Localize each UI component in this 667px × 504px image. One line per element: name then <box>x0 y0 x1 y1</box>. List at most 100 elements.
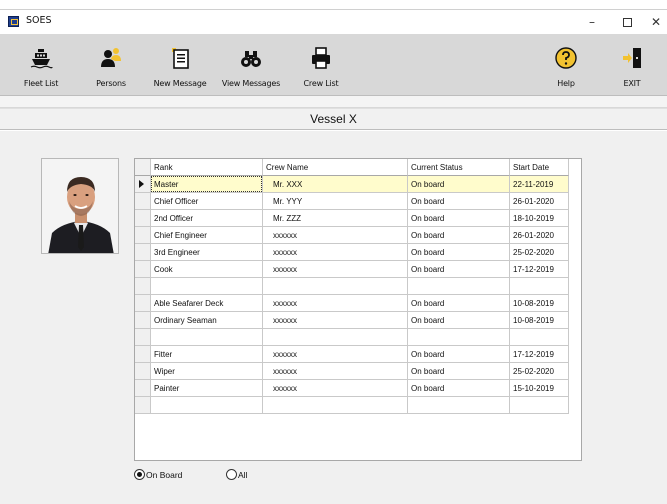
cell-current-status[interactable]: On board <box>408 380 510 397</box>
filter-all-radio[interactable]: All <box>226 469 247 483</box>
cell-current-status-text: On board <box>411 316 445 325</box>
row-selector[interactable] <box>135 295 151 312</box>
cell-current-status[interactable]: On board <box>408 210 510 227</box>
cell-current-status[interactable]: On board <box>408 346 510 363</box>
cell-crew-name[interactable]: xxxxxx <box>263 295 408 312</box>
cell-start-date[interactable]: 10-08-2019 <box>510 312 569 329</box>
cell-current-status[interactable] <box>408 397 510 414</box>
person-portrait-image <box>42 159 118 253</box>
cell-current-status[interactable]: On board <box>408 227 510 244</box>
cell-current-status[interactable]: On board <box>408 244 510 261</box>
row-selector[interactable] <box>135 278 151 295</box>
cell-start-date[interactable]: 26-01-2020 <box>510 193 569 210</box>
close-button[interactable]: ✕ <box>642 13 667 31</box>
cell-current-status[interactable]: On board <box>408 312 510 329</box>
cell-start-date[interactable]: 22-11-2019 <box>510 176 569 193</box>
cell-rank[interactable]: Cook <box>151 261 263 278</box>
row-selector[interactable] <box>135 329 151 346</box>
cell-start-date[interactable] <box>510 329 569 346</box>
cell-rank[interactable]: 2nd Officer <box>151 210 263 227</box>
column-header-rank[interactable]: Rank <box>151 159 263 176</box>
cell-rank[interactable] <box>151 397 263 414</box>
maximize-button[interactable] <box>613 13 641 31</box>
cell-rank-text: 3rd Engineer <box>154 248 200 257</box>
cell-start-date[interactable] <box>510 278 569 295</box>
cell-start-date[interactable]: 18-10-2019 <box>510 210 569 227</box>
cell-crew-name-text: Mr. ZZZ <box>273 214 301 223</box>
cell-crew-name[interactable]: Mr. XXX <box>263 176 408 193</box>
row-selector[interactable] <box>135 312 151 329</box>
cell-current-status[interactable]: On board <box>408 295 510 312</box>
cell-crew-name[interactable]: xxxxxx <box>263 346 408 363</box>
cell-rank[interactable]: Chief Officer <box>151 193 263 210</box>
column-header-current-status[interactable]: Current Status <box>408 159 510 176</box>
row-selector[interactable] <box>135 363 151 380</box>
cell-crew-name[interactable]: xxxxxx <box>263 244 408 261</box>
cell-rank[interactable]: Able Seafarer Deck <box>151 295 263 312</box>
row-selector[interactable] <box>135 227 151 244</box>
filter-on-board-radio[interactable]: On Board <box>134 469 182 483</box>
printer-icon <box>312 47 330 69</box>
vessel-header: Vessel X <box>0 108 667 130</box>
radio-checked-icon <box>134 469 145 480</box>
cell-start-date[interactable] <box>510 397 569 414</box>
cell-crew-name[interactable] <box>263 329 408 346</box>
new-document-icon <box>172 48 189 69</box>
column-header-crew-name[interactable]: Crew Name <box>263 159 408 176</box>
cell-rank[interactable]: Ordinary Seaman <box>151 312 263 329</box>
cell-current-status[interactable] <box>408 329 510 346</box>
new-message-button[interactable]: New Message <box>152 34 208 96</box>
cell-crew-name[interactable] <box>263 397 408 414</box>
cell-rank[interactable]: Fitter <box>151 346 263 363</box>
cell-rank[interactable]: Master <box>151 176 263 193</box>
row-selector[interactable] <box>135 380 151 397</box>
cell-start-date[interactable]: 17-12-2019 <box>510 346 569 363</box>
fleet-list-button[interactable]: Fleet List <box>18 34 64 96</box>
row-selector[interactable] <box>135 210 151 227</box>
row-selector[interactable] <box>135 261 151 278</box>
row-selector[interactable] <box>135 346 151 363</box>
crew-list-button[interactable]: Crew List <box>296 34 346 96</box>
cell-rank-text: Wiper <box>154 367 175 376</box>
exit-button[interactable]: EXIT <box>612 34 652 96</box>
cell-current-status[interactable] <box>408 278 510 295</box>
column-header-start-date[interactable]: Start Date <box>510 159 569 176</box>
cell-start-date[interactable]: 25-02-2020 <box>510 244 569 261</box>
crew-grid[interactable]: Rank Crew Name Current Status Start Date… <box>134 158 582 461</box>
cell-crew-name[interactable]: xxxxxx <box>263 380 408 397</box>
view-messages-button[interactable]: View Messages <box>220 34 282 96</box>
cell-current-status[interactable]: On board <box>408 176 510 193</box>
cell-crew-name[interactable]: Mr. YYY <box>263 193 408 210</box>
cell-crew-name[interactable]: xxxxxx <box>263 261 408 278</box>
cell-crew-name[interactable]: xxxxxx <box>263 363 408 380</box>
cell-rank[interactable] <box>151 329 263 346</box>
row-selector[interactable] <box>135 193 151 210</box>
ship-icon <box>30 49 53 69</box>
cell-rank[interactable]: Wiper <box>151 363 263 380</box>
cell-start-date[interactable]: 17-12-2019 <box>510 261 569 278</box>
cell-rank[interactable]: Chief Engineer <box>151 227 263 244</box>
cell-rank[interactable] <box>151 278 263 295</box>
cell-current-status-text: On board <box>411 248 445 257</box>
cell-crew-name[interactable]: xxxxxx <box>263 227 408 244</box>
cell-current-status[interactable]: On board <box>408 363 510 380</box>
cell-rank[interactable]: 3rd Engineer <box>151 244 263 261</box>
cell-current-status[interactable]: On board <box>408 193 510 210</box>
cell-current-status[interactable]: On board <box>408 261 510 278</box>
cell-crew-name[interactable]: xxxxxx <box>263 312 408 329</box>
row-selector[interactable] <box>135 176 151 193</box>
help-button[interactable]: Help <box>548 34 584 96</box>
exit-label: EXIT <box>623 79 641 88</box>
row-selector[interactable] <box>135 397 151 414</box>
cell-start-date[interactable]: 15-10-2019 <box>510 380 569 397</box>
binoculars-icon <box>241 51 261 67</box>
minimize-button[interactable]: – <box>578 13 606 31</box>
cell-start-date[interactable]: 10-08-2019 <box>510 295 569 312</box>
cell-crew-name[interactable]: Mr. ZZZ <box>263 210 408 227</box>
cell-crew-name[interactable] <box>263 278 408 295</box>
cell-start-date[interactable]: 25-02-2020 <box>510 363 569 380</box>
cell-start-date[interactable]: 26-01-2020 <box>510 227 569 244</box>
persons-button[interactable]: Persons <box>88 34 134 96</box>
cell-rank[interactable]: Painter <box>151 380 263 397</box>
row-selector[interactable] <box>135 244 151 261</box>
